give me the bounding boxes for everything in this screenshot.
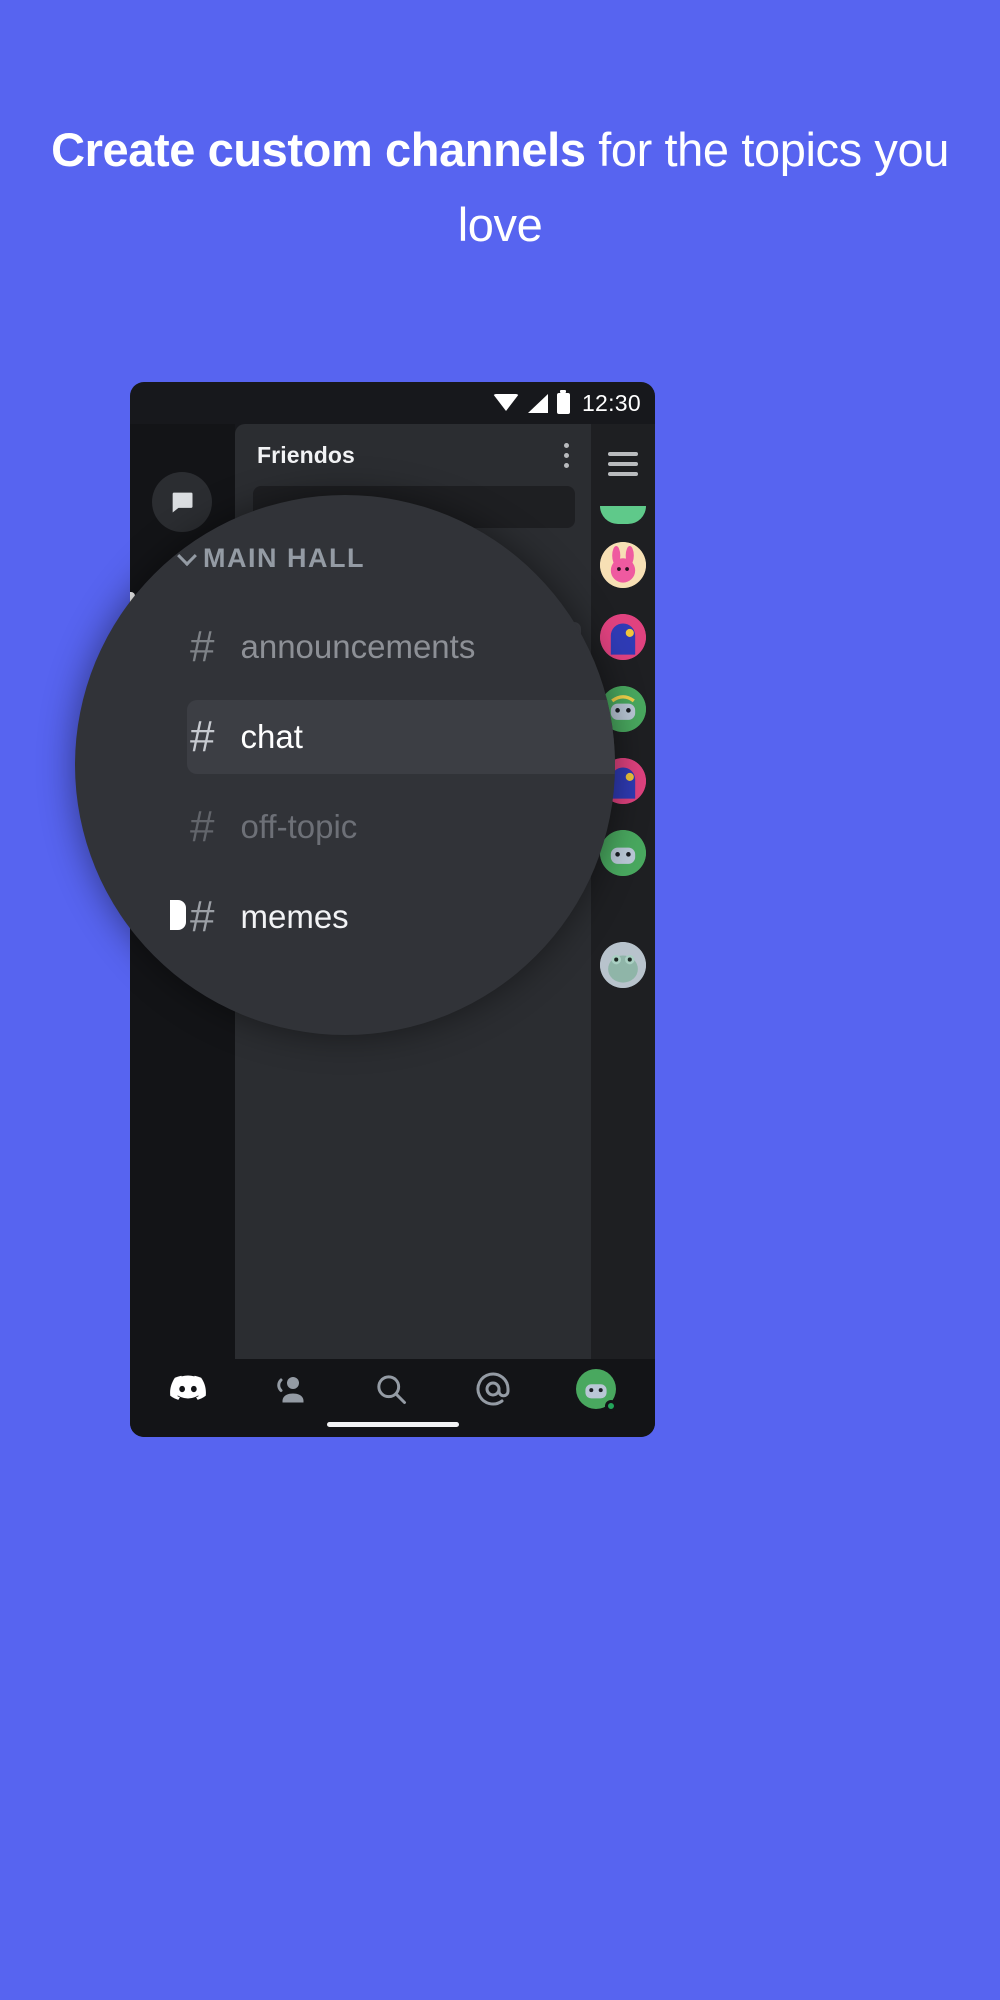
hash-icon: #: [190, 622, 215, 671]
nav-search-button[interactable]: [373, 1371, 409, 1412]
discord-logo-icon: [169, 1374, 206, 1400]
online-status-badge: [605, 1399, 618, 1412]
wifi-icon: [492, 393, 519, 411]
lens-channel-announcements[interactable]: # announcements: [190, 610, 475, 684]
server-name: Friendos: [257, 441, 355, 468]
magnifier-content: MAIN HALL # announcements # chat # off-t…: [75, 495, 615, 1035]
lens-channel-off-topic[interactable]: # off-topic: [190, 790, 357, 864]
hamburger-menu-icon[interactable]: [608, 452, 638, 476]
lens-channel-label: announcements: [240, 628, 476, 665]
page-title: Create custom channels for the topics yo…: [0, 112, 1000, 262]
magnifier-lens: MAIN HALL # announcements # chat # off-t…: [75, 495, 615, 1035]
lens-category-label: MAIN HALL: [203, 543, 365, 573]
nav-mentions-button[interactable]: [475, 1371, 511, 1412]
nav-home-discord-button[interactable]: [169, 1370, 207, 1413]
lens-channel-label: off-topic: [240, 808, 358, 845]
hash-icon: #: [190, 712, 215, 761]
hash-icon: #: [190, 802, 215, 851]
hash-icon: #: [190, 892, 215, 941]
bottom-nav: [130, 1359, 655, 1437]
kebab-menu-icon[interactable]: [558, 437, 575, 474]
home-indicator: [326, 1422, 459, 1427]
lens-channel-memes[interactable]: # memes: [190, 880, 349, 954]
lens-category-main-hall[interactable]: MAIN HALL: [177, 543, 365, 574]
chevron-down-icon: [177, 545, 197, 566]
nav-profile-button[interactable]: [576, 1368, 618, 1414]
status-bar-clock: 12:30: [581, 389, 641, 416]
lens-unread-pill: [170, 900, 186, 930]
cell-signal-icon: [527, 393, 548, 413]
friends-icon: [277, 1376, 304, 1402]
lens-channel-chat[interactable]: # chat: [190, 700, 303, 774]
search-icon: [377, 1374, 407, 1404]
headline-bold: Create custom channels: [51, 123, 586, 176]
battery-icon: [556, 389, 570, 414]
panel-header: Friendos: [235, 424, 591, 486]
lens-channel-label: chat: [240, 718, 303, 755]
status-bar: 12:30: [130, 382, 655, 424]
lens-channel-label: memes: [240, 898, 349, 935]
nav-friends-button[interactable]: [272, 1371, 308, 1412]
mentions-at-icon: [476, 1372, 510, 1405]
